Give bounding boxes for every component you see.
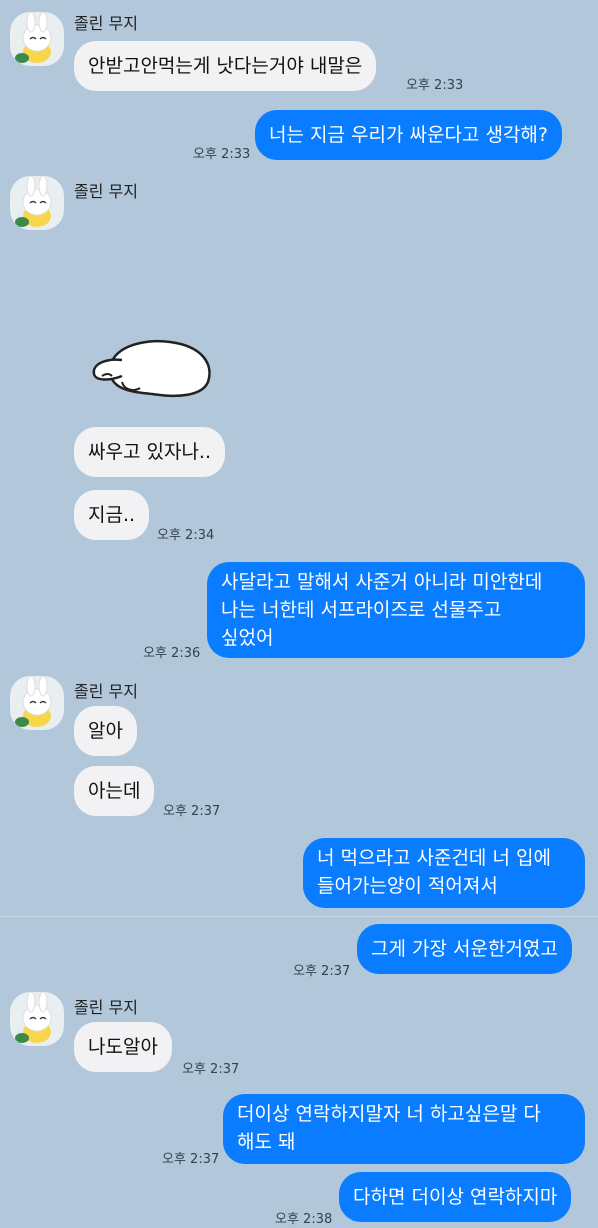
muzi-avatar-icon (15, 176, 52, 227)
muzi-avatar-icon (15, 12, 52, 63)
message-time: 오후 2:37 (182, 1062, 240, 1077)
sleeping-muzi-sticker-icon (92, 339, 211, 398)
avatar[interactable] (10, 176, 64, 230)
message-bubble[interactable]: 지금.. (74, 490, 150, 540)
avatar[interactable] (10, 992, 64, 1046)
message-time: 오후 2:33 (193, 147, 251, 162)
message-time: 오후 2:37 (163, 804, 221, 819)
sender-name: 졸린 무지 (74, 182, 138, 201)
message-bubble[interactable]: 너 먹으라고 사준건데 너 입에 들어가는양이 적어져서 (303, 838, 585, 908)
message-bubble[interactable]: 더이상 연락하지말자 너 하고싶은말 다 해도 돼 (223, 1094, 585, 1164)
message-bubble[interactable]: 알아 (74, 706, 137, 756)
sticker[interactable] (82, 320, 222, 410)
message-bubble[interactable]: 그게 가장 서운한거였고 (357, 924, 572, 974)
sender-name: 졸린 무지 (74, 998, 138, 1017)
message-time: 오후 2:33 (406, 78, 464, 93)
message-bubble[interactable]: 안받고안먹는게 낫다는거야 내말은 (74, 41, 377, 91)
divider (0, 916, 598, 917)
avatar[interactable] (10, 676, 64, 730)
message-bubble[interactable]: 다하면 더이상 연락하지마 (339, 1172, 572, 1222)
muzi-avatar-icon (15, 992, 52, 1043)
muzi-avatar-icon (15, 676, 52, 727)
sender-name: 졸린 무지 (74, 14, 138, 33)
avatar[interactable] (10, 12, 64, 66)
message-bubble[interactable]: 나도알아 (74, 1022, 172, 1072)
message-bubble[interactable]: 너는 지금 우리가 싸운다고 생각해? (255, 110, 562, 160)
message-bubble[interactable]: 사달라고 말해서 사준거 아니라 미안한데 나는 너한테 서프라이즈로 선물주고… (207, 562, 585, 658)
message-time: 오후 2:36 (143, 646, 201, 661)
message-time: 오후 2:37 (162, 1152, 220, 1167)
message-bubble[interactable]: 싸우고 있자나.. (74, 427, 225, 477)
message-time: 오후 2:38 (275, 1212, 333, 1227)
message-time: 오후 2:37 (293, 964, 351, 979)
sender-name: 졸린 무지 (74, 682, 138, 701)
message-bubble[interactable]: 아는데 (74, 766, 155, 816)
message-time: 오후 2:34 (157, 528, 215, 543)
